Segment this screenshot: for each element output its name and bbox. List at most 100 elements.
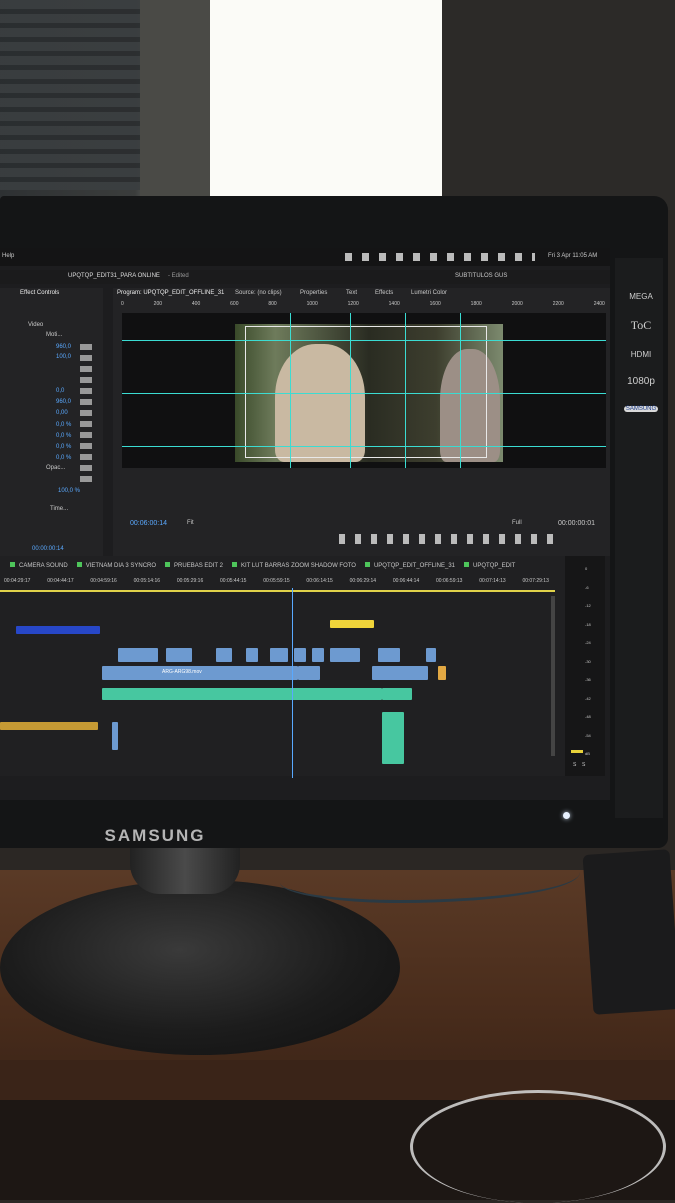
clip[interactable] (426, 648, 436, 662)
sequence-tab[interactable]: UPQTQP_EDIT (464, 562, 515, 570)
ruler-tick: 1000 (306, 301, 318, 307)
guide-line[interactable] (350, 313, 351, 468)
meter-solo-right[interactable]: S (582, 762, 585, 768)
sequence-tab[interactable]: CAMERA SOUND (10, 562, 68, 570)
guide-line[interactable] (460, 313, 461, 468)
power-led (563, 812, 570, 819)
clip[interactable] (118, 648, 158, 662)
ruler-time: 00:06:44:14 (392, 578, 420, 584)
clip[interactable] (270, 648, 288, 662)
timeline-ruler[interactable]: 00:04:29:17 00:04:44:17 00:04:59:16 00:0… (4, 578, 549, 586)
clip[interactable] (294, 648, 306, 662)
guide-line[interactable] (290, 313, 291, 468)
crop-left[interactable]: 0,0 % (56, 422, 71, 428)
sequence-tab[interactable]: VIETNAM DIA 3 SYNCRO (76, 562, 156, 570)
keyframe-icons[interactable] (80, 344, 92, 484)
tab-effects[interactable]: Effects (375, 290, 393, 296)
audio-clip[interactable] (382, 712, 404, 764)
playhead[interactable] (292, 588, 293, 778)
ruler-tick: 1800 (470, 301, 482, 307)
menu-help[interactable]: Help (2, 253, 14, 259)
ec-timecode[interactable]: 00:00:00:14 (32, 546, 64, 552)
audio-clip[interactable] (102, 688, 382, 700)
sequence-tab[interactable]: PRUEBAS EDIT 2 (165, 562, 223, 570)
clip[interactable] (246, 648, 258, 662)
ruler-time: 00:07:14:13 (479, 578, 506, 584)
guide-line[interactable] (122, 446, 606, 447)
effect-controls-tab[interactable]: Effect Controls (20, 290, 59, 296)
position-x[interactable]: 960,0 (56, 344, 71, 350)
clip-main[interactable]: ARG-ARG98.mov (102, 666, 298, 680)
tab-properties[interactable]: Properties (300, 290, 327, 296)
transport-controls[interactable] (339, 534, 559, 544)
ruler-tick: 0 (121, 301, 124, 307)
ruler-time: 00:04:59:16 (90, 578, 117, 584)
clip[interactable] (372, 666, 428, 680)
effect-controls-panel: Effect Controls Video Moti... 960,0 100,… (0, 288, 103, 556)
workspace-label[interactable]: SUBTITULOS GUS (455, 273, 507, 279)
tab-text[interactable]: Text (346, 290, 357, 296)
ruler-tick: 400 (191, 301, 201, 307)
ruler-time: 00:04:44:17 (47, 578, 74, 584)
quality-dropdown[interactable]: Full (512, 520, 522, 526)
clip[interactable] (298, 666, 320, 680)
guide-line[interactable] (122, 393, 606, 394)
clip[interactable] (438, 666, 446, 680)
opacity-label[interactable]: Opac... (46, 465, 65, 471)
tab-lumetri[interactable]: Lumetri Color (411, 290, 447, 296)
guide-line[interactable] (122, 340, 606, 341)
program-timecode[interactable]: 00:06:00:14 (130, 520, 167, 527)
clip[interactable] (312, 648, 324, 662)
badge-hdmi: HDMI (630, 350, 652, 359)
tab-source[interactable]: Source: (no clips) (235, 290, 282, 296)
opacity-value[interactable]: 100,0 % (58, 488, 80, 494)
tab-program[interactable]: Program: UPQTQP_EDIT_OFFLINE_31 (117, 290, 224, 296)
audio-clip[interactable] (382, 688, 412, 700)
meter-tick: 0 (585, 566, 588, 571)
rotation-value[interactable]: 0,0 (56, 388, 64, 394)
clip[interactable] (112, 722, 118, 750)
scale-value[interactable]: 100,0 (56, 354, 71, 360)
project-status: - Edited (168, 273, 189, 279)
meter-level (571, 750, 583, 753)
crop-top[interactable]: 0,0 % (56, 433, 71, 439)
window-post (140, 0, 210, 200)
timeline-panel: CAMERA SOUND VIETNAM DIA 3 SYNCRO PRUEBA… (0, 556, 565, 778)
flicker-value[interactable]: 0,00 (56, 410, 68, 416)
badge-samsung: SAMSUNG (624, 406, 658, 412)
clip[interactable] (16, 626, 100, 634)
vertical-scrollbar[interactable] (551, 596, 555, 756)
duration-timecode: 00:00:00:01 (558, 520, 595, 527)
audio-clip[interactable] (0, 722, 98, 730)
sequence-tab[interactable]: KIT LUT BARRAS ZOOM SHADOW FOTO (231, 562, 356, 570)
badge-mega: MEGA (629, 292, 653, 301)
white-cable (410, 1090, 666, 1203)
ruler-tick: 2200 (552, 301, 564, 307)
fit-dropdown[interactable]: Fit (187, 520, 194, 526)
crop-bottom[interactable]: 0,0 % (56, 455, 71, 461)
ruler-time: 00:05:59:15 (263, 578, 290, 584)
sequence-tab[interactable]: UPQTQP_EDIT_OFFLINE_31 (364, 562, 455, 570)
guide-line[interactable] (405, 313, 406, 468)
clip[interactable] (166, 648, 192, 662)
meter-tick: -48 (585, 714, 591, 719)
wall-right (442, 0, 675, 210)
status-icons (345, 253, 535, 261)
monitor-brand: SAMSUNG (104, 826, 206, 845)
clip[interactable] (330, 648, 360, 662)
meter-tick: -54 (585, 732, 591, 738)
clip[interactable] (330, 620, 374, 628)
ruler-tick: 2400 (593, 301, 605, 307)
meter-solo-left[interactable]: S (573, 762, 576, 768)
clip[interactable] (378, 648, 400, 662)
safe-margin (245, 326, 487, 458)
audio-meter: 0 -6 -12 -18 -24 -30 -36 -42 -48 -54 dB … (565, 556, 605, 776)
crop-right[interactable]: 0,0 % (56, 444, 71, 450)
meter-tick: -18 (585, 621, 591, 627)
time-remap-label[interactable]: Time... (50, 506, 68, 512)
motion-label[interactable]: Moti... (46, 332, 62, 338)
anchor-value[interactable]: 960,0 (56, 399, 71, 405)
ruler-tick: 800 (268, 301, 277, 307)
clip[interactable] (216, 648, 232, 662)
work-area-bar[interactable] (0, 590, 555, 592)
